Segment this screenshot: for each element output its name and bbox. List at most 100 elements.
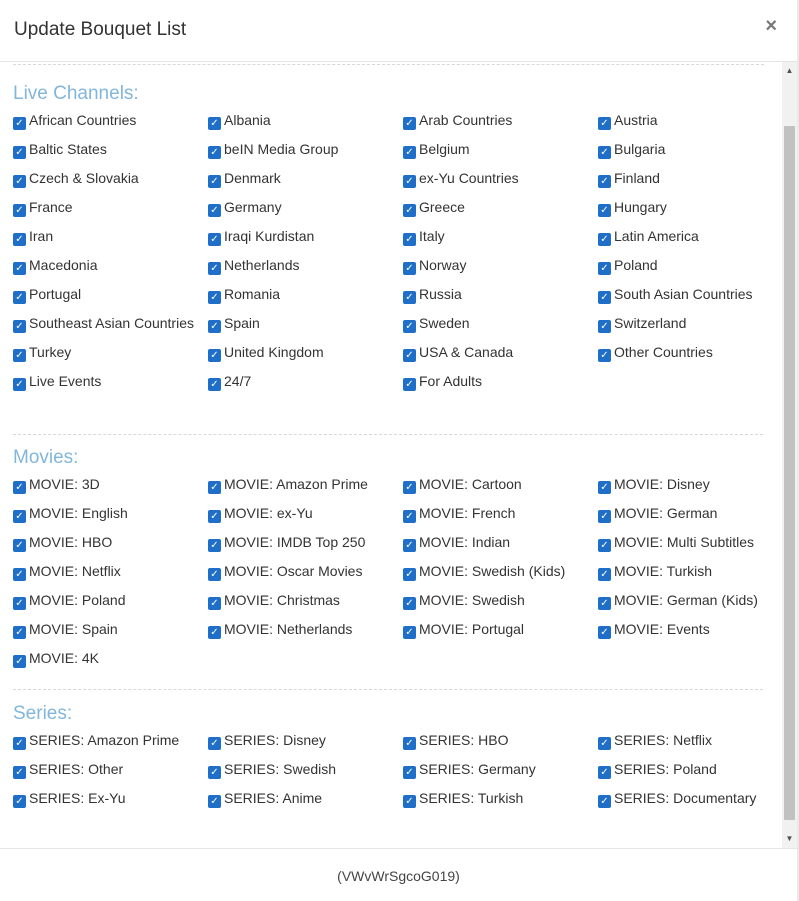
checkbox-checked-icon[interactable]: ✓ [13, 378, 26, 391]
bouquet-checkbox-item[interactable]: ✓ MOVIE: Indian [403, 532, 598, 561]
checkbox-checked-icon[interactable]: ✓ [403, 626, 416, 639]
bouquet-checkbox-item[interactable]: ✓ MOVIE: Multi Subtitles [598, 532, 765, 561]
bouquet-checkbox-item[interactable]: ✓ Czech & Slovakia [13, 168, 208, 197]
checkbox-checked-icon[interactable]: ✓ [403, 378, 416, 391]
checkbox-checked-icon[interactable]: ✓ [208, 233, 221, 246]
bouquet-checkbox-item[interactable]: ✓ African Countries [13, 110, 208, 139]
bouquet-checkbox-item[interactable]: ✓ Germany [208, 197, 403, 226]
bouquet-checkbox-item[interactable]: ✓ Finland [598, 168, 765, 197]
vertical-scrollbar[interactable]: ▲ ▼ [782, 62, 797, 848]
checkbox-checked-icon[interactable]: ✓ [208, 510, 221, 523]
checkbox-checked-icon[interactable]: ✓ [598, 233, 611, 246]
bouquet-checkbox-item[interactable]: ✓ Greece [403, 197, 598, 226]
checkbox-checked-icon[interactable]: ✓ [13, 766, 26, 779]
checkbox-checked-icon[interactable]: ✓ [598, 146, 611, 159]
bouquet-checkbox-item[interactable]: ✓ Sweden [403, 313, 598, 342]
bouquet-checkbox-item[interactable]: ✓ 24/7 [208, 371, 403, 400]
checkbox-checked-icon[interactable]: ✓ [598, 626, 611, 639]
bouquet-checkbox-item[interactable]: ✓ MOVIE: Portugal [403, 619, 598, 648]
bouquet-checkbox-item[interactable]: ✓ MOVIE: Netherlands [208, 619, 403, 648]
checkbox-checked-icon[interactable]: ✓ [598, 117, 611, 130]
bouquet-checkbox-item[interactable]: ✓ SERIES: Anime [208, 788, 403, 817]
bouquet-checkbox-item[interactable]: ✓ Russia [403, 284, 598, 313]
checkbox-checked-icon[interactable]: ✓ [208, 117, 221, 130]
checkbox-checked-icon[interactable]: ✓ [208, 626, 221, 639]
checkbox-checked-icon[interactable]: ✓ [13, 626, 26, 639]
checkbox-checked-icon[interactable]: ✓ [208, 378, 221, 391]
bouquet-checkbox-item[interactable]: ✓ MOVIE: English [13, 503, 208, 532]
bouquet-checkbox-item[interactable]: ✓ SERIES: Swedish [208, 759, 403, 788]
bouquet-checkbox-item[interactable]: ✓ beIN Media Group [208, 139, 403, 168]
checkbox-checked-icon[interactable]: ✓ [208, 539, 221, 552]
checkbox-checked-icon[interactable]: ✓ [403, 766, 416, 779]
bouquet-checkbox-item[interactable]: ✓ Denmark [208, 168, 403, 197]
checkbox-checked-icon[interactable]: ✓ [13, 568, 26, 581]
checkbox-checked-icon[interactable]: ✓ [208, 597, 221, 610]
scroll-down-arrow-icon[interactable]: ▼ [782, 832, 797, 846]
bouquet-checkbox-item[interactable]: ✓ Romania [208, 284, 403, 313]
bouquet-checkbox-item[interactable]: ✓ MOVIE: Poland [13, 590, 208, 619]
checkbox-checked-icon[interactable]: ✓ [598, 795, 611, 808]
bouquet-checkbox-item[interactable]: ✓ MOVIE: HBO [13, 532, 208, 561]
bouquet-checkbox-item[interactable]: ✓ Baltic States [13, 139, 208, 168]
checkbox-checked-icon[interactable]: ✓ [403, 539, 416, 552]
bouquet-checkbox-item[interactable]: ✓ Hungary [598, 197, 765, 226]
checkbox-checked-icon[interactable]: ✓ [403, 204, 416, 217]
bouquet-checkbox-item[interactable]: ✓ SERIES: Germany [403, 759, 598, 788]
checkbox-checked-icon[interactable]: ✓ [598, 175, 611, 188]
bouquet-checkbox-item[interactable]: ✓ Poland [598, 255, 765, 284]
checkbox-checked-icon[interactable]: ✓ [598, 291, 611, 304]
bouquet-checkbox-item[interactable]: ✓ MOVIE: Swedish (Kids) [403, 561, 598, 590]
bouquet-checkbox-item[interactable]: ✓ For Adults [403, 371, 598, 400]
checkbox-checked-icon[interactable]: ✓ [208, 204, 221, 217]
bouquet-checkbox-item[interactable]: ✓ Turkey [13, 342, 208, 371]
checkbox-checked-icon[interactable]: ✓ [403, 349, 416, 362]
bouquet-checkbox-item[interactable]: ✓ MOVIE: French [403, 503, 598, 532]
checkbox-checked-icon[interactable]: ✓ [208, 175, 221, 188]
bouquet-checkbox-item[interactable]: ✓ SERIES: Turkish [403, 788, 598, 817]
checkbox-checked-icon[interactable]: ✓ [13, 175, 26, 188]
scrollbar-thumb[interactable] [784, 126, 795, 820]
bouquet-checkbox-item[interactable]: ✓ Albania [208, 110, 403, 139]
checkbox-checked-icon[interactable]: ✓ [403, 568, 416, 581]
checkbox-checked-icon[interactable]: ✓ [208, 795, 221, 808]
bouquet-checkbox-item[interactable]: ✓ Macedonia [13, 255, 208, 284]
checkbox-checked-icon[interactable]: ✓ [403, 320, 416, 333]
bouquet-checkbox-item[interactable]: ✓ SERIES: Poland [598, 759, 765, 788]
checkbox-checked-icon[interactable]: ✓ [208, 568, 221, 581]
bouquet-checkbox-item[interactable]: ✓ MOVIE: 4K [13, 648, 208, 677]
checkbox-checked-icon[interactable]: ✓ [13, 117, 26, 130]
bouquet-checkbox-item[interactable]: ✓ Austria [598, 110, 765, 139]
bouquet-checkbox-item[interactable]: ✓ SERIES: Documentary [598, 788, 765, 817]
checkbox-checked-icon[interactable]: ✓ [13, 795, 26, 808]
checkbox-checked-icon[interactable]: ✓ [403, 262, 416, 275]
checkbox-checked-icon[interactable]: ✓ [403, 597, 416, 610]
checkbox-checked-icon[interactable]: ✓ [208, 737, 221, 750]
checkbox-checked-icon[interactable]: ✓ [403, 510, 416, 523]
checkbox-checked-icon[interactable]: ✓ [403, 175, 416, 188]
bouquet-checkbox-item[interactable]: ✓ MOVIE: Amazon Prime [208, 474, 403, 503]
bouquet-checkbox-item[interactable]: ✓ Other Countries [598, 342, 765, 371]
checkbox-checked-icon[interactable]: ✓ [13, 597, 26, 610]
checkbox-checked-icon[interactable]: ✓ [208, 766, 221, 779]
checkbox-checked-icon[interactable]: ✓ [598, 766, 611, 779]
bouquet-checkbox-item[interactable]: ✓ MOVIE: Swedish [403, 590, 598, 619]
checkbox-checked-icon[interactable]: ✓ [598, 539, 611, 552]
checkbox-checked-icon[interactable]: ✓ [13, 262, 26, 275]
bouquet-checkbox-item[interactable]: ✓ Netherlands [208, 255, 403, 284]
bouquet-checkbox-item[interactable]: ✓ Iraqi Kurdistan [208, 226, 403, 255]
bouquet-checkbox-item[interactable]: ✓ MOVIE: Oscar Movies [208, 561, 403, 590]
checkbox-checked-icon[interactable]: ✓ [13, 320, 26, 333]
checkbox-checked-icon[interactable]: ✓ [403, 737, 416, 750]
bouquet-checkbox-item[interactable]: ✓ Latin America [598, 226, 765, 255]
bouquet-checkbox-item[interactable]: ✓ Arab Countries [403, 110, 598, 139]
bouquet-checkbox-item[interactable]: ✓ Live Events [13, 371, 208, 400]
checkbox-checked-icon[interactable]: ✓ [598, 597, 611, 610]
checkbox-checked-icon[interactable]: ✓ [13, 481, 26, 494]
checkbox-checked-icon[interactable]: ✓ [13, 737, 26, 750]
checkbox-checked-icon[interactable]: ✓ [13, 510, 26, 523]
bouquet-checkbox-item[interactable]: ✓ Portugal [13, 284, 208, 313]
scroll-up-arrow-icon[interactable]: ▲ [782, 64, 797, 78]
checkbox-checked-icon[interactable]: ✓ [403, 481, 416, 494]
bouquet-checkbox-item[interactable]: ✓ Bulgaria [598, 139, 765, 168]
